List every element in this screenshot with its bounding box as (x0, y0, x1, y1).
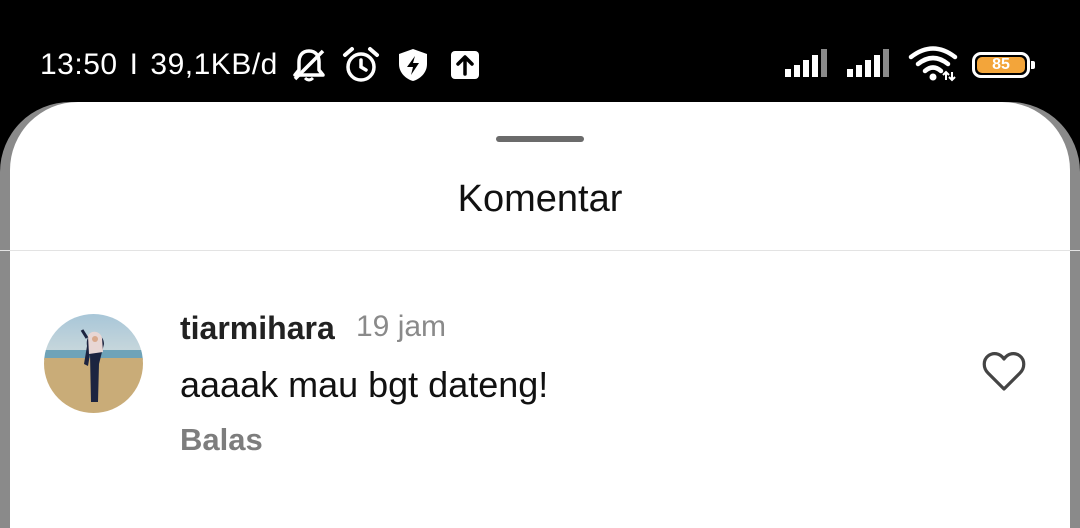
sheet-title: Komentar (457, 178, 623, 220)
alarm-icon (340, 44, 382, 86)
clock: 13:50 (40, 48, 118, 81)
status-bar: 13:50 I 39,1KB/d 85 (0, 0, 1080, 102)
status-bar-right: 85 (784, 44, 1035, 87)
divider (0, 250, 1080, 251)
battery-icon: 85 (972, 52, 1035, 78)
comment-text: aaaak mau bgt dateng! (180, 364, 549, 405)
comment-item: tiarmihara 19 jam aaaak mau bgt dateng! … (44, 310, 1044, 470)
shield-bolt-icon (392, 44, 434, 86)
upload-icon (444, 44, 486, 86)
battery-level: 85 (977, 56, 1025, 73)
avatar[interactable] (44, 314, 143, 413)
battery-tip (1031, 61, 1035, 69)
bell-off-icon (288, 44, 330, 86)
status-bar-left: 13:50 I 39,1KB/d (40, 44, 486, 86)
comment-username[interactable]: tiarmihara (180, 310, 335, 347)
status-separator: I (129, 48, 139, 81)
reply-button[interactable]: Balas (180, 422, 263, 458)
comment-timestamp: 19 jam (356, 310, 447, 343)
network-speed: 39,1KB/d (150, 48, 278, 81)
signal-icon (784, 47, 832, 84)
wifi-icon (908, 44, 958, 87)
drag-handle[interactable] (496, 136, 584, 142)
like-heart-icon[interactable] (980, 348, 1028, 396)
signal-icon (846, 47, 894, 84)
comments-sheet: Komentar tiarmihara 19 jam aaaak mau bgt… (0, 102, 1080, 528)
